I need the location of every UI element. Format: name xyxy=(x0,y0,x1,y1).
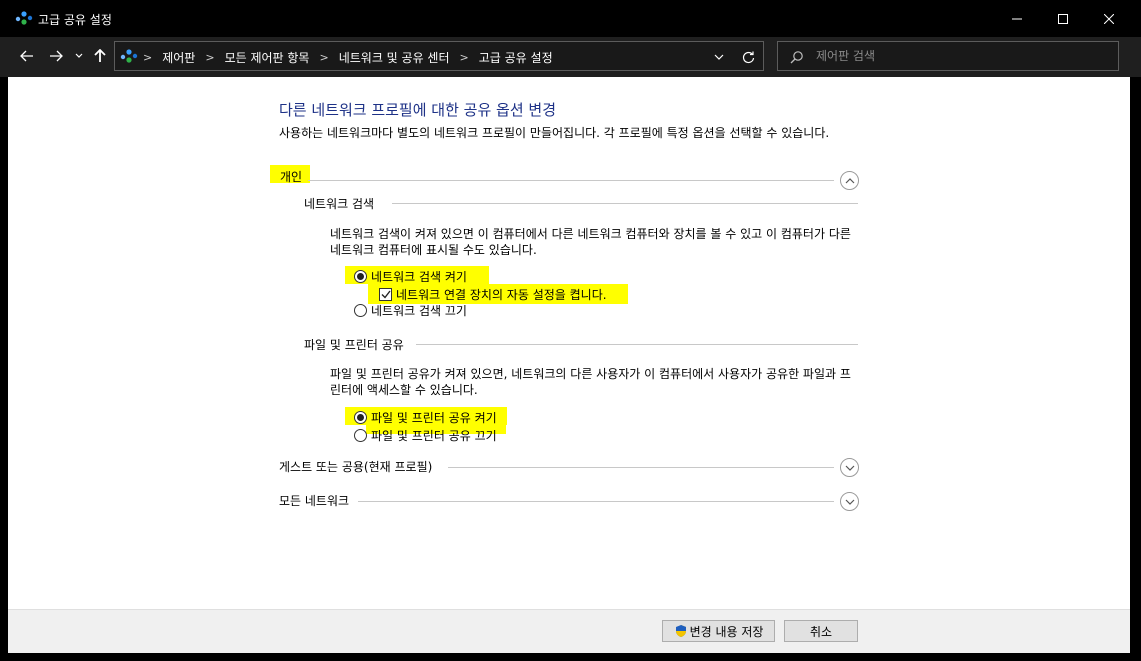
network-sharing-icon xyxy=(15,11,33,25)
chevron-down-icon xyxy=(845,499,854,505)
file-printer-sharing-description: 파일 및 프린터 공유가 켜져 있으면, 네트워크의 다른 사용자가 이 컴퓨터… xyxy=(330,367,851,397)
breadcrumb-separator[interactable]: > xyxy=(460,51,469,64)
up-button[interactable] xyxy=(89,45,111,67)
section-network-discovery: 네트워크 검색 xyxy=(304,197,375,211)
close-icon xyxy=(1104,13,1114,24)
search-icon xyxy=(790,51,803,64)
network-sharing-icon xyxy=(120,49,138,63)
title-bar: 고급 공유 설정 xyxy=(0,0,1141,37)
profile-header-private[interactable]: 개인 xyxy=(280,168,302,185)
section-file-printer-sharing: 파일 및 프린터 공유 xyxy=(304,338,404,352)
auto-setup-label: 네트워크 연결 장치의 자동 설정을 켭니다. xyxy=(396,288,607,302)
save-changes-label: 변경 내용 저장 xyxy=(689,624,764,639)
radio-unselected-icon xyxy=(354,304,367,317)
navigation-bar: > 제어판 > 모든 제어판 항목 > 네트워크 및 공유 센터 > 고급 공유… xyxy=(0,37,1141,77)
breadcrumb-item-advanced-sharing[interactable]: 고급 공유 설정 xyxy=(479,49,553,66)
minimize-icon xyxy=(1012,18,1022,19)
cancel-button[interactable]: 취소 xyxy=(784,620,858,642)
search-box[interactable] xyxy=(777,41,1119,71)
radio-unselected-icon xyxy=(354,429,367,442)
forward-button[interactable] xyxy=(45,45,67,67)
arrow-up-icon xyxy=(94,49,106,62)
collapse-private-button[interactable] xyxy=(840,171,859,190)
breadcrumb-separator[interactable]: > xyxy=(319,51,328,64)
divider xyxy=(358,501,834,502)
back-button[interactable] xyxy=(16,45,38,67)
refresh-button[interactable] xyxy=(739,48,757,66)
radio-selected-icon xyxy=(354,270,367,283)
breadcrumb: > 제어판 > 모든 제어판 항목 > 네트워크 및 공유 센터 > 고급 공유… xyxy=(143,49,553,66)
divider xyxy=(448,467,834,468)
address-bar[interactable]: > 제어판 > 모든 제어판 항목 > 네트워크 및 공유 센터 > 고급 공유… xyxy=(114,41,764,71)
page-title: 다른 네트워크 프로필에 대한 공유 옵션 변경 xyxy=(279,101,557,119)
profile-header-guest-public[interactable]: 게스트 또는 공용(현재 프로필) xyxy=(279,458,432,475)
divider xyxy=(308,180,834,181)
expand-all-networks-button[interactable] xyxy=(840,492,859,511)
breadcrumb-item-control-panel[interactable]: 제어판 xyxy=(162,49,195,66)
breadcrumb-separator[interactable]: > xyxy=(205,51,214,64)
chevron-down-icon xyxy=(714,54,724,60)
arrow-right-icon xyxy=(50,50,63,62)
network-discovery-on-radio[interactable]: 네트워크 검색 켜기 xyxy=(354,268,467,285)
arrow-left-icon xyxy=(20,50,33,62)
radio-selected-icon xyxy=(354,411,367,424)
cancel-label: 취소 xyxy=(809,624,833,639)
checkbox-checked-icon xyxy=(379,288,392,301)
refresh-icon xyxy=(742,51,754,63)
breadcrumb-item-all-items[interactable]: 모든 제어판 항목 xyxy=(225,49,310,66)
maximize-icon xyxy=(1058,13,1068,24)
network-discovery-on-label: 네트워크 검색 켜기 xyxy=(371,270,467,284)
chevron-up-icon xyxy=(845,177,854,183)
divider xyxy=(416,344,858,345)
network-discovery-description: 네트워크 검색이 켜져 있으면 이 컴퓨터에서 다른 네트워크 컴퓨터와 장치를… xyxy=(330,227,851,257)
network-discovery-off-radio[interactable]: 네트워크 검색 끄기 xyxy=(354,302,467,319)
file-sharing-off-label: 파일 및 프린터 공유 끄기 xyxy=(371,429,497,443)
breadcrumb-separator[interactable]: > xyxy=(143,51,152,64)
page-description: 사용하는 네트워크마다 별도의 네트워크 프로필이 만들어집니다. 각 프로필에… xyxy=(279,126,830,140)
chevron-down-icon xyxy=(845,465,854,471)
close-button[interactable] xyxy=(1086,0,1132,37)
profile-header-all-networks[interactable]: 모든 네트워크 xyxy=(279,492,349,509)
breadcrumb-item-network-center[interactable]: 네트워크 및 공유 센터 xyxy=(339,49,450,66)
recent-locations-button[interactable] xyxy=(71,45,87,67)
window-title: 고급 공유 설정 xyxy=(38,13,112,27)
chevron-down-icon xyxy=(75,53,83,58)
file-sharing-off-radio[interactable]: 파일 및 프린터 공유 끄기 xyxy=(354,427,497,444)
search-input[interactable] xyxy=(816,46,1106,66)
divider xyxy=(392,203,858,204)
minimize-button[interactable] xyxy=(994,0,1040,37)
save-changes-button[interactable]: 변경 내용 저장 xyxy=(662,620,775,642)
uac-shield-icon xyxy=(675,625,686,637)
maximize-button[interactable] xyxy=(1040,0,1086,37)
auto-setup-checkbox[interactable]: 네트워크 연결 장치의 자동 설정을 켭니다. xyxy=(379,286,607,303)
address-history-button[interactable] xyxy=(711,50,727,64)
footer-bar: 변경 내용 저장 취소 xyxy=(8,609,1130,653)
network-discovery-off-label: 네트워크 검색 끄기 xyxy=(371,304,467,318)
content-area: 다른 네트워크 프로필에 대한 공유 옵션 변경 사용하는 네트워크마다 별도의… xyxy=(8,77,1130,609)
expand-guest-public-button[interactable] xyxy=(840,458,859,477)
